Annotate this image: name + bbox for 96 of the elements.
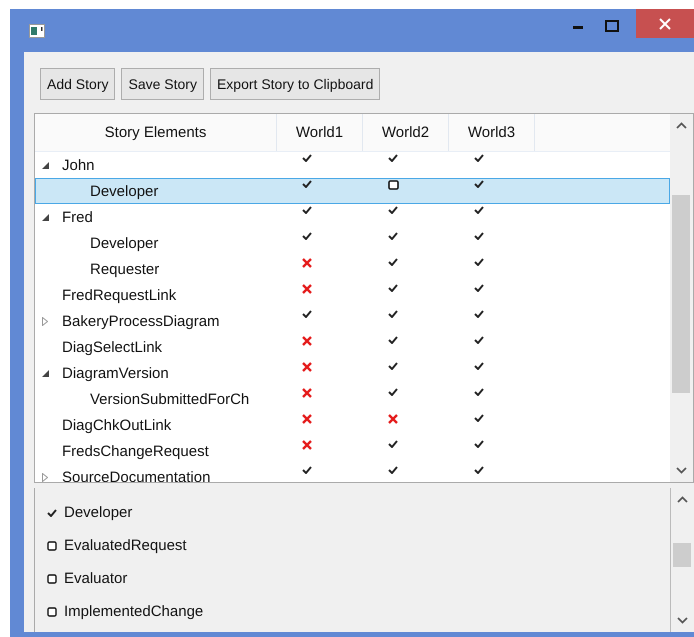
check-icon[interactable] [388, 336, 398, 344]
check-icon[interactable] [388, 440, 398, 448]
column-header[interactable]: World1 [277, 114, 363, 151]
check-icon[interactable] [474, 310, 484, 318]
tree-item[interactable]: FredsChangeRequest [62, 442, 209, 460]
check-icon[interactable] [474, 180, 484, 188]
tree-row[interactable]: BakeryProcessDiagram [35, 308, 670, 334]
tree-item[interactable]: BakeryProcessDiagram [62, 312, 220, 330]
check-icon[interactable] [474, 232, 484, 240]
tree-item[interactable]: DiagChkOutLink [62, 416, 172, 434]
scroll-up-icon[interactable] [676, 122, 687, 129]
cross-icon[interactable] [302, 258, 312, 268]
role-item[interactable]: ImplementedChange [64, 603, 204, 620]
cross-icon[interactable] [302, 414, 312, 424]
check-icon[interactable] [388, 284, 398, 292]
check-icon[interactable] [302, 310, 312, 318]
check-icon[interactable] [388, 206, 398, 214]
check-icon[interactable] [302, 180, 312, 188]
tree-item[interactable]: DiagramVersion [62, 364, 169, 382]
check-icon[interactable] [302, 232, 312, 240]
tree-row[interactable]: Requester [35, 256, 670, 282]
check-icon[interactable] [474, 362, 484, 370]
checkbox-icon[interactable] [47, 606, 57, 616]
role-item[interactable]: EvaluatedRequest [64, 537, 187, 554]
check-icon[interactable] [302, 154, 312, 162]
check-icon[interactable] [388, 232, 398, 240]
check-icon[interactable] [474, 284, 484, 292]
check-icon[interactable] [474, 154, 484, 162]
tree-item[interactable]: DiagSelectLink [62, 338, 162, 356]
column-header[interactable]: World3 [449, 114, 535, 151]
check-icon[interactable] [388, 154, 398, 162]
tree-item[interactable]: FredRequestLink [62, 286, 176, 304]
check-icon[interactable] [47, 508, 57, 516]
scrollbar[interactable] [670, 114, 693, 482]
role-item[interactable]: Developer [64, 504, 132, 521]
check-icon[interactable] [302, 466, 312, 474]
check-icon[interactable] [388, 466, 398, 474]
close-button[interactable] [636, 9, 694, 38]
cross-icon[interactable] [302, 336, 312, 346]
collapsed-triangle-icon[interactable] [42, 472, 48, 482]
toolbar-button[interactable]: Save Story [121, 68, 204, 100]
check-icon[interactable] [302, 206, 312, 214]
column-header[interactable]: Story Elements [35, 114, 277, 151]
scroll-down-icon[interactable] [677, 617, 688, 624]
check-icon[interactable] [388, 388, 398, 396]
tree-row[interactable]: DiagramVersion [35, 360, 670, 386]
scroll-thumb[interactable] [672, 195, 690, 393]
check-icon[interactable] [388, 258, 398, 266]
tree-row[interactable]: Developer [35, 230, 670, 256]
expanded-triangle-icon[interactable] [42, 214, 49, 220]
tree-row[interactable]: SourceDocumentation [35, 464, 670, 482]
check-icon[interactable] [474, 336, 484, 344]
tree-row[interactable]: DiagSelectLink [35, 334, 670, 360]
cross-icon[interactable] [302, 362, 312, 372]
tree-item[interactable]: VersionSubmittedForCh [90, 390, 250, 408]
collapsed-triangle-icon[interactable] [42, 316, 48, 326]
tree-item[interactable]: Developer [90, 182, 158, 200]
tree-item[interactable]: SourceDocumentation [62, 468, 210, 482]
check-icon[interactable] [474, 440, 484, 448]
expanded-triangle-icon[interactable] [42, 162, 49, 168]
tree-row[interactable]: John [35, 152, 670, 178]
tree-row[interactable]: FredsChangeRequest [35, 438, 670, 464]
app-icon [29, 24, 45, 38]
tree-row[interactable]: Fred [35, 204, 670, 230]
close-icon[interactable] [659, 18, 671, 30]
expanded-triangle-icon[interactable] [42, 370, 49, 376]
toolbar-button[interactable]: Add Story [40, 68, 116, 100]
column-header[interactable]: World2 [363, 114, 449, 151]
checkbox-icon[interactable] [47, 540, 57, 550]
checkbox-icon[interactable] [388, 180, 398, 190]
tree-row[interactable]: VersionSubmittedForCh [35, 386, 670, 412]
cross-icon[interactable] [302, 440, 312, 450]
check-icon[interactable] [474, 414, 484, 422]
check-icon[interactable] [474, 466, 484, 474]
role-item[interactable]: Evaluator [64, 570, 128, 587]
cross-icon[interactable] [302, 388, 312, 398]
scroll-down-icon[interactable] [676, 467, 687, 474]
checkbox-icon[interactable] [47, 574, 57, 584]
check-icon[interactable] [388, 310, 398, 318]
check-icon[interactable] [474, 206, 484, 214]
cross-icon[interactable] [302, 284, 312, 294]
cross-icon[interactable] [388, 414, 398, 424]
toolbar-button[interactable]: Export Story to Clipboard [210, 68, 380, 100]
tree-row[interactable]: DiagChkOutLink [35, 412, 670, 438]
tree-item[interactable]: Requester [90, 260, 160, 278]
check-icon[interactable] [474, 388, 484, 396]
maximize-icon[interactable] [605, 20, 619, 32]
check-icon[interactable] [388, 362, 398, 370]
selected-row[interactable]: Developer [35, 178, 670, 204]
tree-item[interactable]: Fred [62, 208, 93, 226]
tree-item[interactable]: John [62, 156, 95, 174]
check-icon[interactable] [474, 258, 484, 266]
scroll-up-icon[interactable] [677, 496, 688, 503]
scroll-thumb[interactable] [673, 543, 691, 567]
tree-item[interactable]: Developer [90, 234, 158, 252]
tree-row[interactable]: FredRequestLink [35, 282, 670, 308]
